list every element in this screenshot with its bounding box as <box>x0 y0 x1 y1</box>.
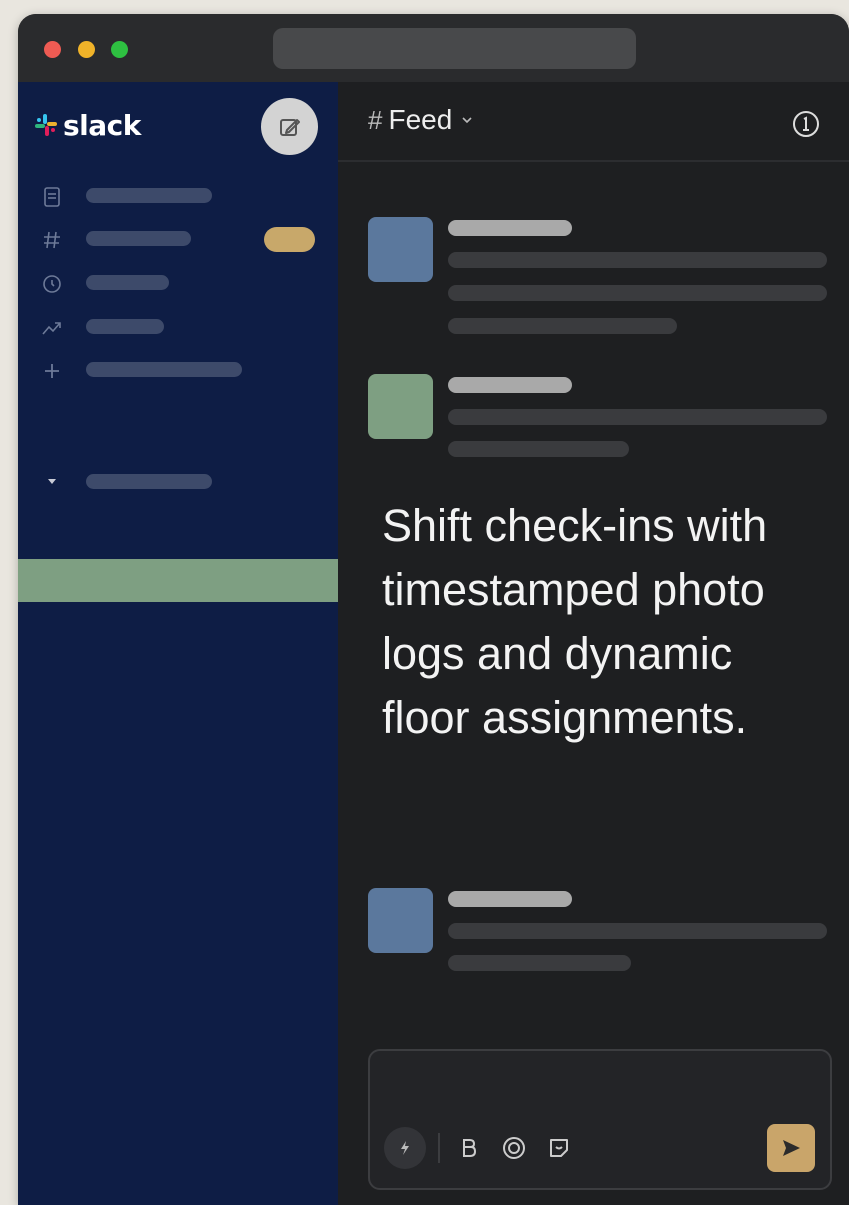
message-line <box>448 441 629 457</box>
hash-icon[interactable] <box>40 228 64 252</box>
channel-name: Feed <box>388 104 453 135</box>
compose-icon <box>279 118 300 136</box>
message-line <box>448 955 631 971</box>
slack-logo-icon <box>35 114 57 136</box>
message-composer[interactable] <box>368 1049 832 1190</box>
channel-hash: # <box>368 104 383 135</box>
sticker-button[interactable] <box>542 1131 576 1165</box>
chevron-down-icon <box>462 117 472 124</box>
plus-icon[interactable] <box>40 359 64 383</box>
emoji-button[interactable] <box>497 1131 531 1165</box>
section-header[interactable] <box>86 474 212 489</box>
sidebar-item-2[interactable] <box>86 231 191 246</box>
unread-badge <box>264 227 315 252</box>
bold-icon <box>463 1139 477 1157</box>
highlight-message: Shift check-ins with timestamped photo l… <box>382 500 768 743</box>
message-line <box>448 285 827 301</box>
channel-title[interactable]: # Feed <box>368 104 474 136</box>
trend-icon[interactable] <box>40 316 64 340</box>
avatar[interactable] <box>368 374 433 439</box>
toolbar-divider <box>438 1133 440 1163</box>
avatar[interactable] <box>368 888 433 953</box>
bold-button[interactable] <box>452 1131 486 1165</box>
app-window: slack # Feed Shift check-ins with timest… <box>18 14 849 1205</box>
sidebar-item-active[interactable] <box>18 559 338 602</box>
sidebar-item-4[interactable] <box>86 319 164 334</box>
send-icon <box>783 1140 800 1156</box>
message-line <box>448 318 677 334</box>
caret-down-icon[interactable] <box>40 469 64 493</box>
brand[interactable]: slack <box>34 108 141 142</box>
sidebar-item-3[interactable] <box>86 275 169 290</box>
message-line <box>448 409 827 425</box>
channel-header: # Feed <box>338 82 849 162</box>
emoji-icon <box>503 1137 525 1159</box>
avatar[interactable] <box>368 217 433 282</box>
document-icon[interactable] <box>40 185 64 209</box>
message-line <box>448 923 827 939</box>
brand-name: slack <box>63 108 141 142</box>
message-author <box>448 377 572 393</box>
sidebar-item-1[interactable] <box>86 188 212 203</box>
maximize-window-button[interactable] <box>111 41 128 58</box>
message-author <box>448 220 572 236</box>
sidebar-item-5[interactable] <box>86 362 242 377</box>
address-bar[interactable] <box>273 28 636 69</box>
shortcut-button[interactable] <box>384 1127 426 1169</box>
sidebar: slack <box>18 82 338 1205</box>
compose-button[interactable] <box>261 98 318 155</box>
shortcut-icon <box>401 1141 409 1155</box>
minimize-window-button[interactable] <box>78 41 95 58</box>
message-author <box>448 891 572 907</box>
message-line <box>448 252 827 268</box>
send-button[interactable] <box>767 1124 815 1172</box>
close-window-button[interactable] <box>44 41 61 58</box>
info-icon[interactable] <box>790 108 822 140</box>
clock-icon[interactable] <box>40 272 64 296</box>
sticker-icon <box>550 1139 568 1157</box>
title-bar <box>18 14 849 82</box>
main-panel: # Feed Shift check-ins with timestamped … <box>338 82 849 1205</box>
